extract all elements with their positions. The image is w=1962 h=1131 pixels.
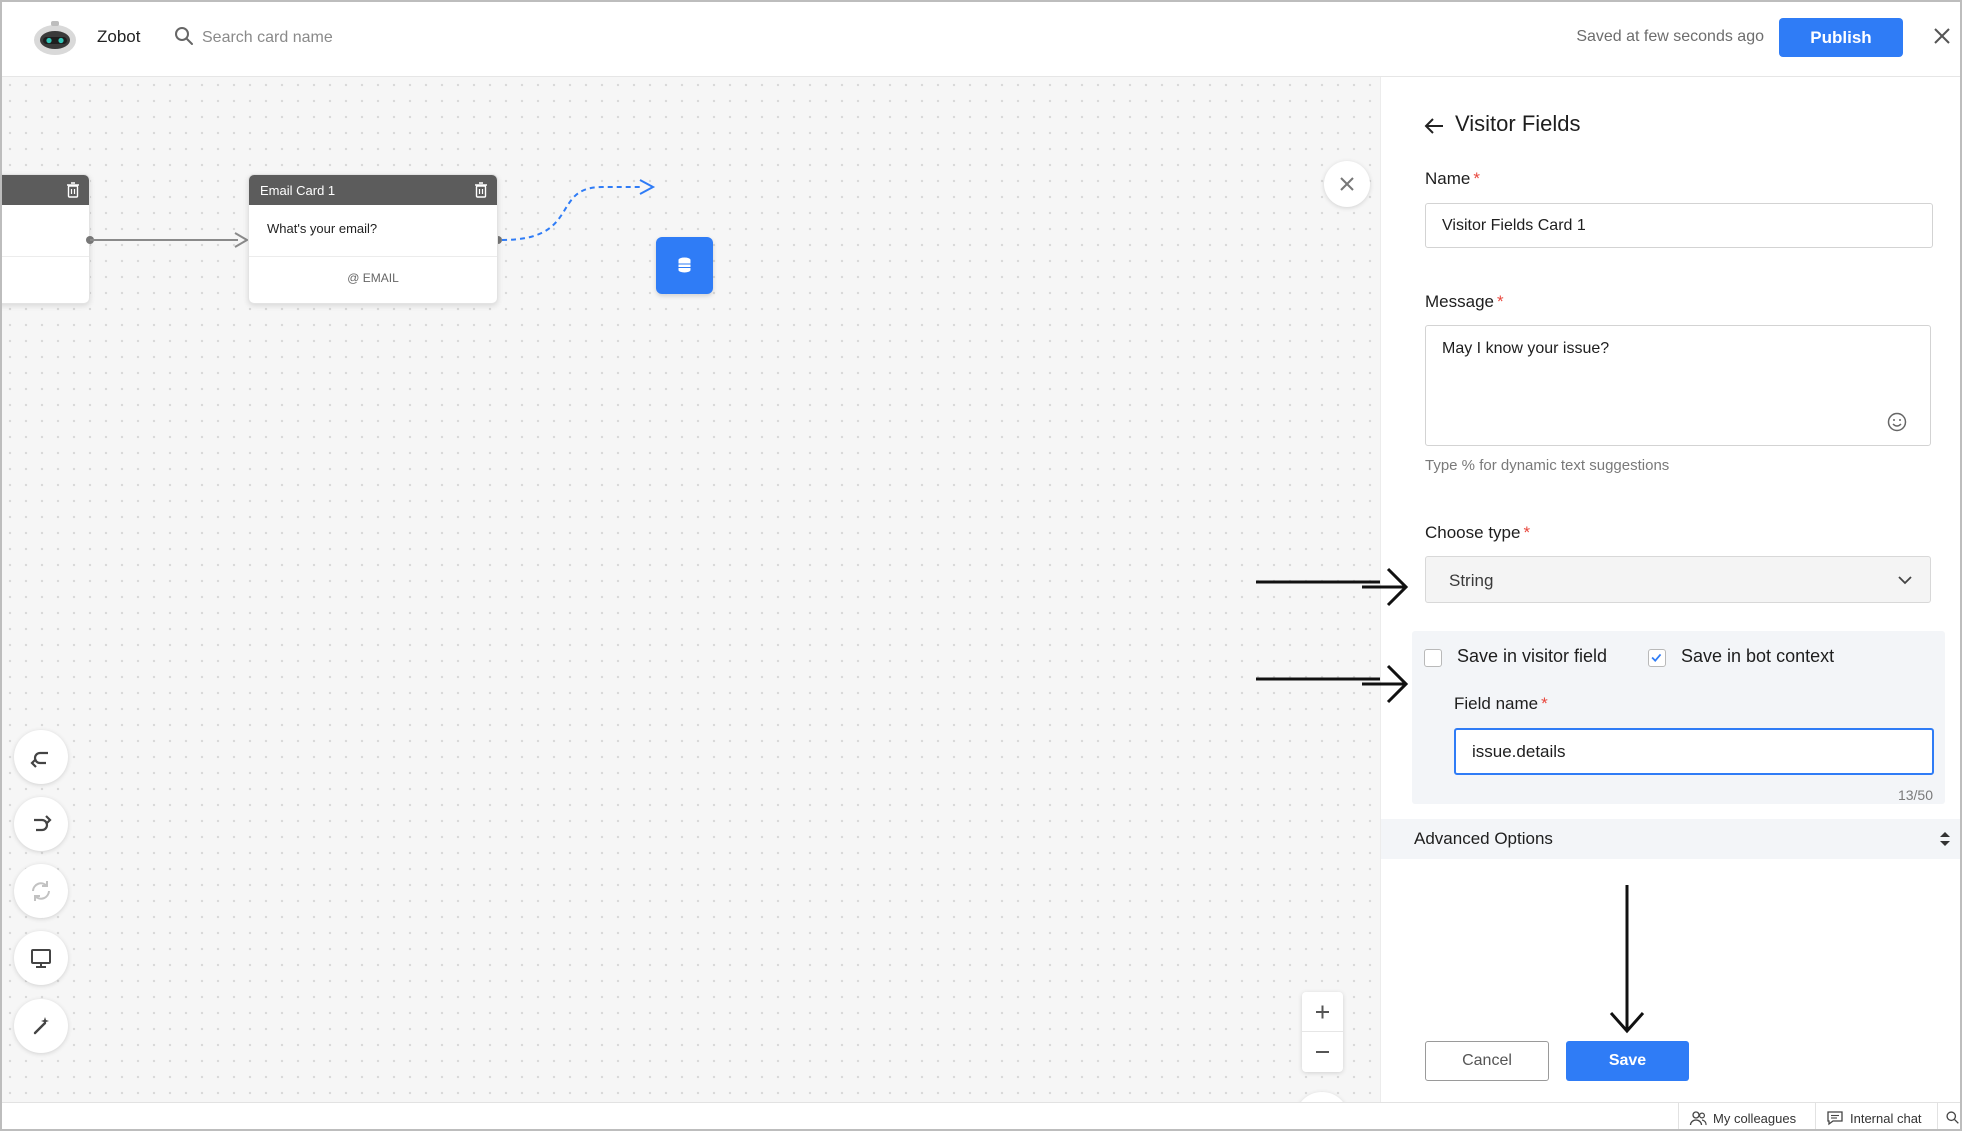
my-colleagues-button[interactable]: My colleagues xyxy=(1678,1103,1815,1129)
advanced-options-label: Advanced Options xyxy=(1414,829,1553,848)
zoom-in-button[interactable] xyxy=(1302,992,1343,1032)
email-card-title: Email Card 1 xyxy=(260,183,336,198)
email-card-type: @ EMAIL xyxy=(347,271,399,285)
undo-icon xyxy=(30,751,48,768)
message-textarea[interactable]: May I know your issue? xyxy=(1425,325,1931,446)
save-visitor-label: Save in visitor field xyxy=(1457,646,1608,666)
database-icon xyxy=(678,257,691,273)
search-card-input[interactable] xyxy=(202,22,502,54)
chevron-down-icon xyxy=(1898,576,1912,585)
magic-wand-button[interactable] xyxy=(14,999,68,1053)
visitor-fields-node[interactable] xyxy=(656,237,713,294)
internal-chat-button[interactable]: Internal chat xyxy=(1815,1103,1937,1129)
save-status: Saved at few seconds ago xyxy=(1576,28,1764,45)
panel-title: Visitor Fields xyxy=(1455,111,1581,136)
email-card-message: What's your email? xyxy=(249,205,497,257)
save-bot-label: Save in bot context xyxy=(1681,646,1835,666)
back-arrow-icon[interactable] xyxy=(1423,115,1445,137)
check-icon xyxy=(1651,653,1662,662)
plus-icon xyxy=(1316,1005,1329,1019)
name-label: Name * xyxy=(1425,169,1480,188)
emoji-icon[interactable] xyxy=(1886,411,1908,433)
app-name: Zobot xyxy=(97,27,141,46)
app-window: Zobot Saved at few seconds ago Publish xyxy=(0,0,1962,1131)
magic-wand-icon xyxy=(33,1017,49,1035)
email-card-header: Email Card 1 xyxy=(249,175,497,205)
at-icon: @ xyxy=(347,271,363,285)
close-panel-button[interactable] xyxy=(1324,161,1370,207)
footer-search-button[interactable] xyxy=(1937,1103,1960,1129)
publish-button[interactable]: Publish xyxy=(1779,18,1903,57)
top-bar: Zobot Saved at few seconds ago Publish xyxy=(2,2,1960,77)
visitor-fields-panel: Visitor Fields Name* Message* May I know… xyxy=(1380,77,1960,1102)
annotation-arrow-down xyxy=(1609,885,1645,1034)
type-select[interactable]: String xyxy=(1425,556,1931,603)
redo-button[interactable] xyxy=(14,797,68,851)
zobot-logo xyxy=(34,21,76,55)
annotation-arrowhead-save xyxy=(1362,664,1409,704)
cancel-button[interactable]: Cancel xyxy=(1425,1041,1549,1081)
search-icon xyxy=(1946,1111,1959,1124)
save-button[interactable]: Save xyxy=(1566,1041,1689,1081)
monitor-icon xyxy=(31,949,51,968)
save-bot-checkbox[interactable] xyxy=(1648,649,1666,667)
zoom-out-button[interactable] xyxy=(1302,1032,1343,1072)
chat-icon xyxy=(1827,1111,1843,1126)
people-icon xyxy=(1689,1111,1707,1126)
zoom-controls xyxy=(1302,992,1343,1072)
minus-icon xyxy=(1316,1051,1329,1053)
close-icon[interactable] xyxy=(1930,24,1954,48)
undo-button[interactable] xyxy=(14,730,68,784)
status-bar: My colleagues Internal chat xyxy=(2,1102,1960,1129)
sort-arrows-icon xyxy=(1940,832,1950,846)
name-input[interactable] xyxy=(1425,203,1933,248)
field-name-label: Field name * xyxy=(1454,694,1548,713)
type-select-value: String xyxy=(1449,571,1494,590)
field-name-input[interactable] xyxy=(1454,728,1934,775)
advanced-options-toggle[interactable]: Advanced Options xyxy=(1381,819,1960,859)
field-name-counter: 13/50 xyxy=(1897,787,1933,803)
email-card[interactable]: Email Card 1 What's your email? @ EMAIL xyxy=(248,174,498,304)
message-text: May I know your issue? xyxy=(1442,340,1610,357)
close-icon xyxy=(1340,177,1354,191)
annotation-arrowhead-type xyxy=(1362,567,1409,607)
message-hint: Type % for dynamic text suggestions xyxy=(1425,457,1670,474)
message-label: Message * xyxy=(1425,292,1504,311)
trash-icon[interactable] xyxy=(474,182,488,198)
search-icon xyxy=(175,27,193,45)
refresh-button[interactable] xyxy=(14,864,68,918)
refresh-icon xyxy=(32,881,50,901)
redo-icon xyxy=(34,815,52,832)
choose-type-label: Choose type * xyxy=(1425,523,1531,542)
preview-button[interactable] xyxy=(14,931,68,985)
save-visitor-checkbox[interactable] xyxy=(1424,649,1442,667)
flow-canvas[interactable]: Email Card 1 What's your email? @ EMAIL xyxy=(2,77,1380,1129)
save-options-section: Save in visitor field Save in bot contex… xyxy=(1412,631,1945,804)
